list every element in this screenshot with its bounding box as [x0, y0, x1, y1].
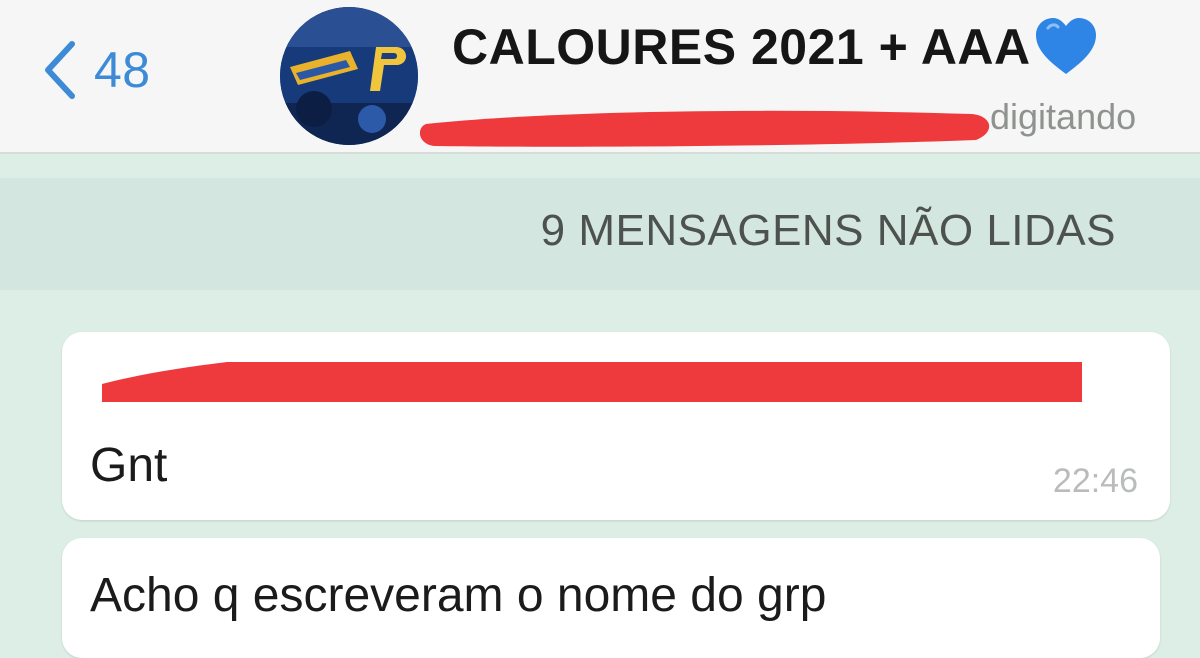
blue-heart-icon [1035, 18, 1096, 74]
group-photo-image [280, 7, 418, 145]
redaction-scribble [420, 110, 989, 147]
typing-status: digitando [990, 96, 1137, 137]
group-title: CALOURES 2021 + AAA [452, 19, 1031, 75]
message-text: Acho q escreveram o nome do grp [90, 569, 827, 622]
chat-header: 48 CALOURES 2021 + AAA digitando [0, 0, 1200, 154]
sender-name [102, 362, 1082, 402]
message-text: Gnt [90, 439, 168, 492]
group-avatar[interactable] [280, 7, 418, 145]
unread-messages-banner: 9 MENSAGENS NÃO LIDAS [0, 178, 1200, 290]
unread-messages-label: 9 MENSAGENS NÃO LIDAS [540, 206, 1116, 255]
message-bubble[interactable]: Acho q escreveram o nome do grp [62, 538, 1160, 658]
participants-subtitle: digitando [420, 90, 1200, 152]
chevron-left-icon [45, 41, 75, 99]
message-timestamp: 22:46 [1052, 462, 1138, 500]
group-title-row[interactable]: CALOURES 2021 + AAA [452, 14, 1099, 80]
message-bubble[interactable]: Gnt 22:46 [62, 332, 1170, 520]
back-button[interactable]: 48 [40, 30, 151, 110]
redaction-scribble [102, 362, 1082, 402]
unread-chats-count: 48 [94, 42, 151, 98]
